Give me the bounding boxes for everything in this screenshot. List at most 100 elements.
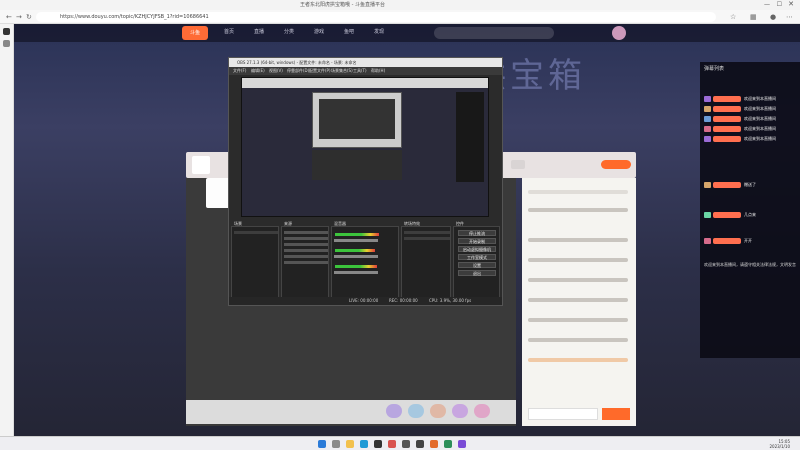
- volume-slider[interactable]: [334, 239, 378, 242]
- live-timer: LIVE: 00:00:00: [349, 298, 379, 303]
- dock-title: 转场特效: [404, 221, 420, 226]
- obs-statusbar: LIVE: 00:00:00 REC: 00:00:00 CPU: 3.9%, …: [229, 297, 502, 305]
- start-recording-button[interactable]: 开始录制: [458, 238, 496, 244]
- gift-icon[interactable]: [474, 404, 490, 418]
- dock-title: 混音器: [334, 221, 346, 226]
- username: [713, 106, 741, 112]
- file-explorer-icon[interactable]: [346, 440, 354, 448]
- url-input[interactable]: https://www.douyu.com/topic/KZHJCYJFSB_1…: [36, 12, 716, 22]
- volume-slider[interactable]: [334, 255, 378, 258]
- chat-input[interactable]: [528, 408, 598, 420]
- share-icon[interactable]: [511, 160, 525, 169]
- app-icon[interactable]: [402, 440, 410, 448]
- list-item: [528, 208, 628, 212]
- chat-panel: [522, 178, 636, 426]
- gift-icon[interactable]: [386, 404, 402, 418]
- list-item: [528, 358, 628, 362]
- transition-select[interactable]: [404, 231, 450, 234]
- gift-icon[interactable]: [408, 404, 424, 418]
- list-item[interactable]: [284, 243, 328, 246]
- site-search-input[interactable]: [434, 27, 554, 39]
- audio-meter: [335, 265, 377, 268]
- back-icon[interactable]: ←: [6, 13, 12, 21]
- avatar[interactable]: [612, 26, 626, 40]
- username: [713, 212, 741, 218]
- app-icon[interactable]: [374, 440, 382, 448]
- nav-item[interactable]: 游戏: [314, 28, 324, 35]
- list-item[interactable]: [284, 255, 328, 258]
- nav-item[interactable]: 直播: [254, 28, 264, 35]
- start-icon[interactable]: [318, 440, 326, 448]
- collections-icon[interactable]: ▦: [750, 13, 757, 21]
- windows-taskbar: 15:05 2023/1/10: [0, 436, 800, 450]
- tab-icon[interactable]: [3, 28, 10, 35]
- site-logo[interactable]: 斗鱼: [182, 26, 208, 40]
- browser-icon[interactable]: [360, 440, 368, 448]
- menu-item[interactable]: 文件(F): [233, 68, 246, 74]
- menu-item[interactable]: 场景集合(S): [331, 68, 353, 74]
- obs-icon[interactable]: [416, 440, 424, 448]
- app-icon[interactable]: [388, 440, 396, 448]
- level-badge: [704, 136, 711, 142]
- gift-icon[interactable]: [452, 404, 468, 418]
- list-item[interactable]: [284, 249, 328, 252]
- minimize-icon[interactable]: —: [764, 1, 770, 8]
- volume-slider[interactable]: [334, 271, 378, 274]
- exit-button[interactable]: 退出: [458, 270, 496, 276]
- search-icon[interactable]: [332, 440, 340, 448]
- menu-item[interactable]: 停靠部件(D): [287, 68, 309, 74]
- forward-icon[interactable]: →: [16, 13, 22, 21]
- nav-item[interactable]: 分类: [284, 28, 294, 35]
- app-icon[interactable]: [444, 440, 452, 448]
- send-button[interactable]: [602, 408, 630, 420]
- studio-mode-button[interactable]: 工作室模式: [458, 254, 496, 260]
- menu-item[interactable]: 配置文件(P): [309, 68, 331, 74]
- menu-item[interactable]: 视图(V): [269, 68, 283, 74]
- nav-item[interactable]: 发现: [374, 28, 384, 35]
- obs-docks: 场景 来源 混音器 转场特效 控件 停止推流 开始录制 启动虚拟摄像机 工作室模…: [229, 220, 502, 305]
- tab-icon[interactable]: [3, 40, 10, 47]
- sources-dock: 来源: [281, 221, 329, 298]
- virtual-camera-button[interactable]: 启动虚拟摄像机: [458, 246, 496, 252]
- app-icon[interactable]: [430, 440, 438, 448]
- nav-item[interactable]: 鱼吧: [344, 28, 354, 35]
- list-item[interactable]: [284, 261, 328, 264]
- username: [713, 182, 741, 188]
- list-item[interactable]: [284, 231, 328, 234]
- favorites-icon[interactable]: ☆: [730, 13, 736, 21]
- app-icon[interactable]: [458, 440, 466, 448]
- obs-menubar: 文件(F) 编辑(E) 视图(V) 停靠部件(D) 配置文件(P) 场景集合(S…: [229, 67, 502, 75]
- list-item[interactable]: [234, 231, 278, 234]
- settings-button[interactable]: 设置: [458, 262, 496, 268]
- menu-item[interactable]: 帮助(H): [371, 68, 385, 74]
- danmu-text: 赠送了: [744, 182, 756, 187]
- more-icon[interactable]: ⋯: [786, 13, 793, 21]
- username: [713, 126, 741, 132]
- close-icon[interactable]: ✕: [788, 0, 794, 8]
- list-item[interactable]: [284, 237, 328, 240]
- follow-button[interactable]: [601, 160, 631, 169]
- list-item: [528, 318, 628, 322]
- obs-preview[interactable]: [241, 77, 489, 217]
- nested-browser-chrome: [242, 78, 488, 88]
- system-message: 欢迎来到本直播间，请遵守相关法律法规，文明发言: [704, 262, 796, 267]
- maximize-icon[interactable]: ☐: [777, 1, 782, 8]
- system-clock[interactable]: 15:05 2023/1/10: [769, 439, 790, 449]
- avatar[interactable]: [192, 156, 210, 174]
- menu-item[interactable]: 编辑(E): [251, 68, 265, 74]
- list-item: [528, 190, 628, 194]
- refresh-icon[interactable]: ↻: [26, 13, 32, 21]
- profile-icon[interactable]: ●: [770, 13, 776, 21]
- dock-title: 场景: [234, 221, 242, 226]
- rec-timer: REC: 00:00:00: [389, 298, 418, 303]
- gift-icon[interactable]: [430, 404, 446, 418]
- nested-preview: [319, 99, 395, 139]
- nested-mixer: [312, 150, 402, 180]
- list-item: [528, 338, 628, 342]
- stop-streaming-button[interactable]: 停止推流: [458, 230, 496, 236]
- menu-item[interactable]: 工具(T): [353, 68, 367, 74]
- duration-input[interactable]: [404, 237, 450, 240]
- nested-obs-preview: [312, 92, 402, 148]
- obs-titlebar: OBS 27.1.3 (64-bit, windows) - 配置文件: 未命名…: [229, 58, 502, 67]
- nav-item[interactable]: 首页: [224, 28, 234, 35]
